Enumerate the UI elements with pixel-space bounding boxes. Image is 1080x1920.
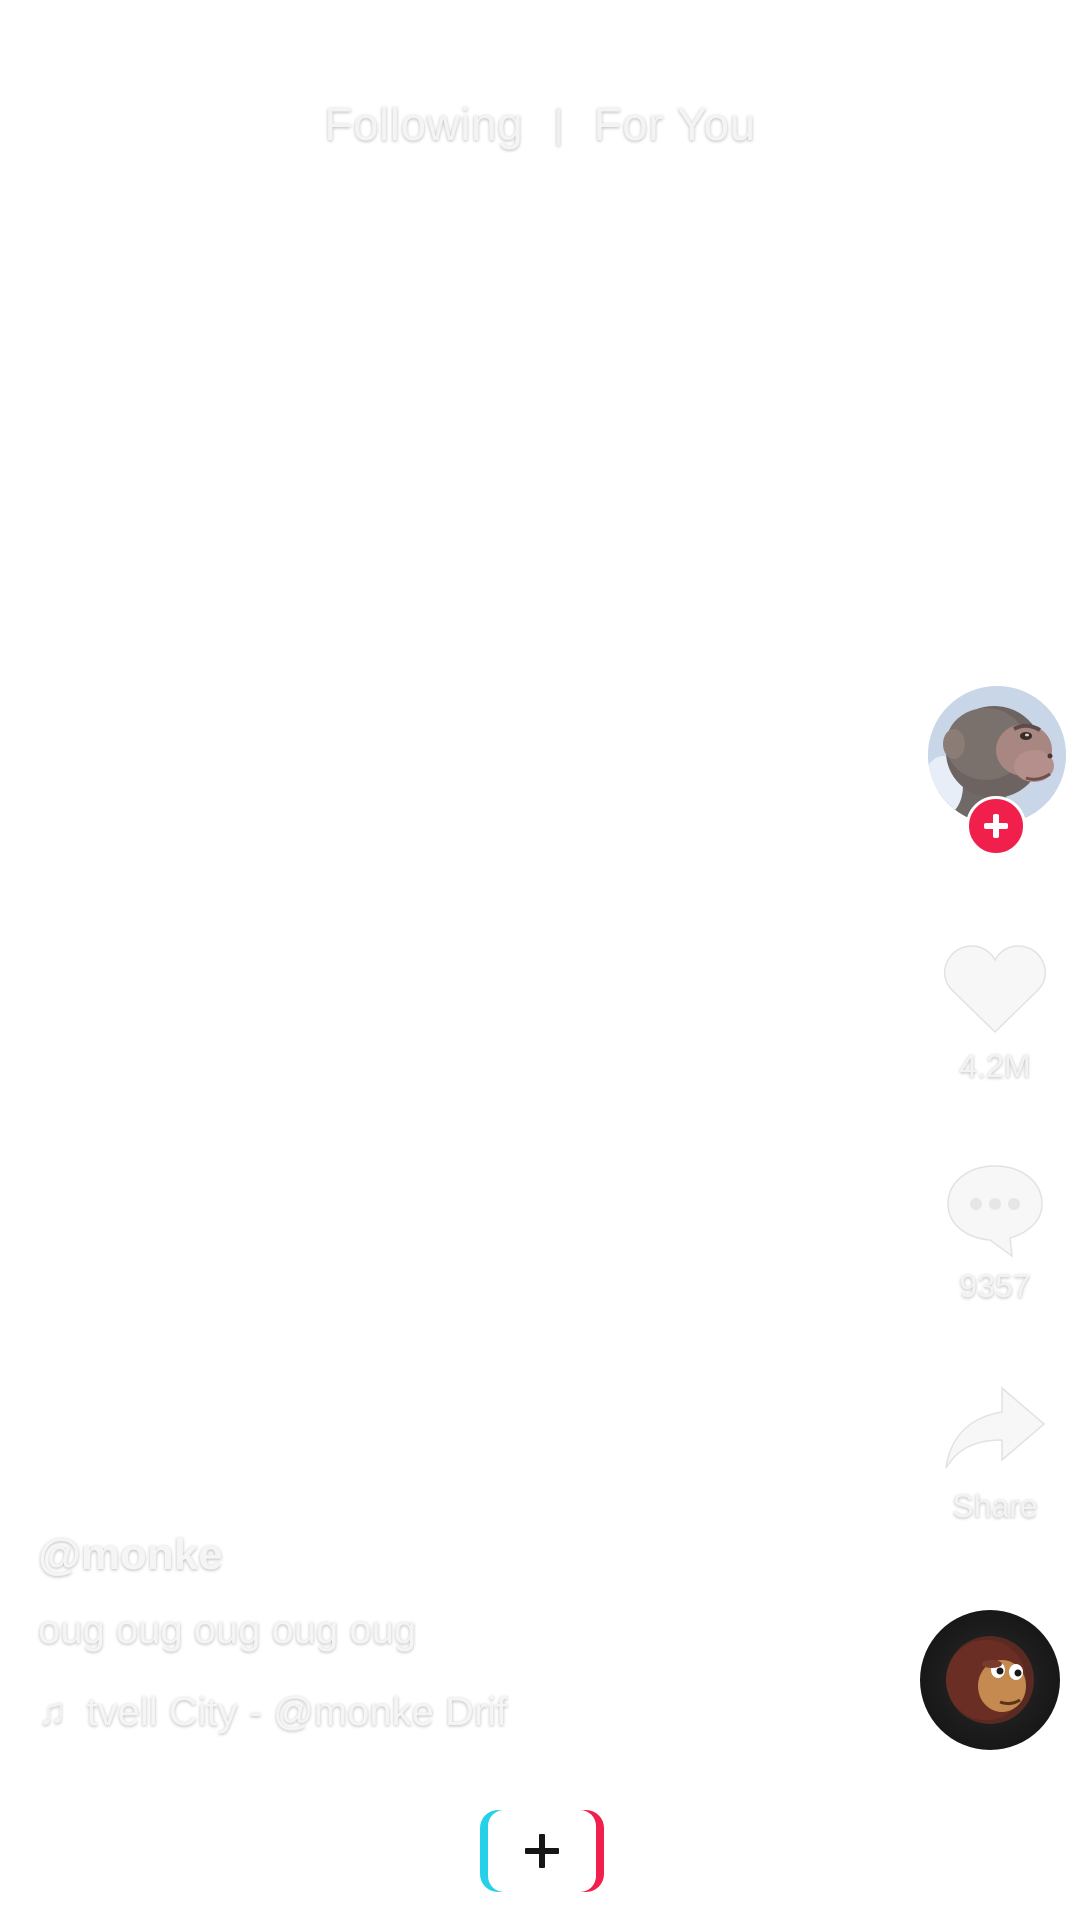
like-button[interactable]: 4.2M bbox=[930, 940, 1060, 1085]
post-username[interactable]: @monke bbox=[38, 1530, 638, 1590]
music-row[interactable]: ♫ tvell City - @monke Drif bbox=[38, 1684, 598, 1740]
music-note-icon: ♫ bbox=[38, 1690, 67, 1733]
follow-button[interactable] bbox=[966, 796, 1026, 856]
music-disc-icon bbox=[946, 1636, 1034, 1724]
create-button[interactable] bbox=[480, 1810, 604, 1892]
post-caption-block: @monke oug oug oug oug oug ♫ tvell City … bbox=[38, 1530, 638, 1740]
share-arrow-icon bbox=[945, 1386, 1046, 1469]
like-count: 4.2M bbox=[959, 1048, 1031, 1084]
comment-count: 9357 bbox=[959, 1268, 1031, 1304]
plus-icon bbox=[525, 1834, 559, 1868]
tab-for-you[interactable]: For You bbox=[594, 97, 756, 151]
comment-bubble-icon bbox=[947, 1165, 1043, 1258]
tab-divider: | bbox=[553, 101, 564, 146]
comment-button[interactable]: 9357 bbox=[930, 1160, 1060, 1305]
heart-icon bbox=[943, 945, 1047, 1034]
tab-following[interactable]: Following bbox=[324, 97, 523, 151]
music-title: tvell City - @monke Drif bbox=[86, 1689, 508, 1734]
share-label: Share bbox=[952, 1488, 1038, 1524]
music-disc[interactable] bbox=[920, 1610, 1060, 1750]
plus-icon bbox=[984, 814, 1008, 838]
post-caption: oug oug oug oug oug bbox=[38, 1608, 417, 1652]
creator-avatar-group bbox=[928, 686, 1066, 864]
top-tabs: Following | For You bbox=[0, 92, 1080, 156]
create-button-face bbox=[488, 1810, 596, 1892]
share-button[interactable]: Share bbox=[930, 1380, 1060, 1525]
